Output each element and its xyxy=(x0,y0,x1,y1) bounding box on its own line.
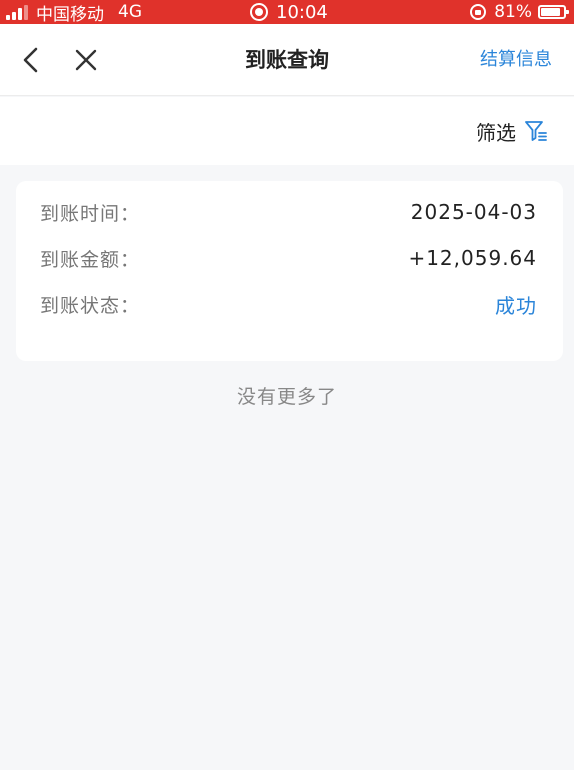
settlement-info-link[interactable]: 结算信息 xyxy=(480,24,552,96)
battery-percent: 81% xyxy=(494,2,532,22)
arrival-time-value: 2025-04-03 xyxy=(410,200,537,224)
screen-record-icon xyxy=(250,3,268,21)
list-end-text: 没有更多了 xyxy=(236,386,337,408)
arrival-status-label: 到账状态： xyxy=(40,294,141,317)
filter-icon xyxy=(525,121,547,141)
close-icon xyxy=(75,49,97,71)
rotation-lock-icon xyxy=(470,4,487,20)
status-bar-right: 81% xyxy=(470,0,569,24)
filter-button[interactable]: 筛选 xyxy=(476,97,548,165)
filter-label: 筛选 xyxy=(476,120,516,145)
signal-icon xyxy=(6,4,28,20)
back-chevron-icon xyxy=(23,47,38,73)
nav-bar: 到账查询 结算信息 xyxy=(0,24,574,96)
status-bar-center: 10:04 xyxy=(250,0,328,24)
arrival-time-row: 到账时间： 2025-04-03 xyxy=(40,189,537,235)
clock: 10:04 xyxy=(276,1,328,23)
battery-icon xyxy=(538,5,569,19)
arrival-amount-label: 到账金额： xyxy=(40,248,141,271)
back-button[interactable] xyxy=(18,46,46,74)
close-button[interactable] xyxy=(72,46,100,74)
arrival-amount-row: 到账金额： +12,059.64 xyxy=(40,235,537,281)
carrier-name: 中国移动 xyxy=(36,4,104,25)
record-card[interactable]: 到账时间： 2025-04-03 到账金额： +12,059.64 到账状态： … xyxy=(16,181,563,361)
arrival-status-row: 到账状态： 成功 xyxy=(40,281,537,327)
filter-bar: 筛选 xyxy=(0,97,574,165)
status-bar-left: 中国移动 4G xyxy=(6,0,142,25)
network-type: 4G xyxy=(118,2,142,22)
arrival-amount-value: +12,059.64 xyxy=(408,246,537,270)
arrival-time-label: 到账时间： xyxy=(40,202,141,225)
arrival-status-badge: 成功 xyxy=(495,293,537,318)
status-bar: 中国移动 4G 10:04 81% xyxy=(0,0,574,25)
